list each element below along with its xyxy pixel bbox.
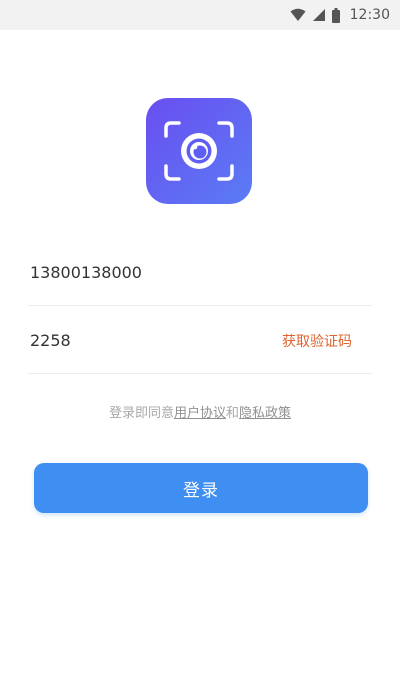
privacy-policy-link[interactable]: 隐私政策: [239, 406, 291, 421]
app-logo: [146, 98, 252, 204]
camera-scan-icon: [164, 121, 234, 181]
status-bar: 12:30: [0, 0, 400, 30]
signal-icon: [312, 9, 325, 21]
status-time: 12:30: [349, 7, 390, 23]
wifi-icon: [290, 8, 306, 21]
user-agreement-link[interactable]: 用户协议: [174, 406, 226, 421]
code-field: 获取验证码: [28, 308, 372, 374]
agreement-prefix: 登录即同意: [108, 406, 174, 421]
agreement-conjunction: 和: [226, 406, 240, 421]
verification-code-input[interactable]: [28, 331, 282, 350]
battery-icon: [331, 7, 340, 23]
phone-input[interactable]: [28, 263, 372, 282]
get-code-button[interactable]: 获取验证码: [282, 331, 352, 351]
agreement-text: 登录即同意用户协议和隐私政策: [0, 402, 400, 421]
phone-field: [28, 240, 372, 306]
login-button[interactable]: 登录: [34, 463, 368, 513]
